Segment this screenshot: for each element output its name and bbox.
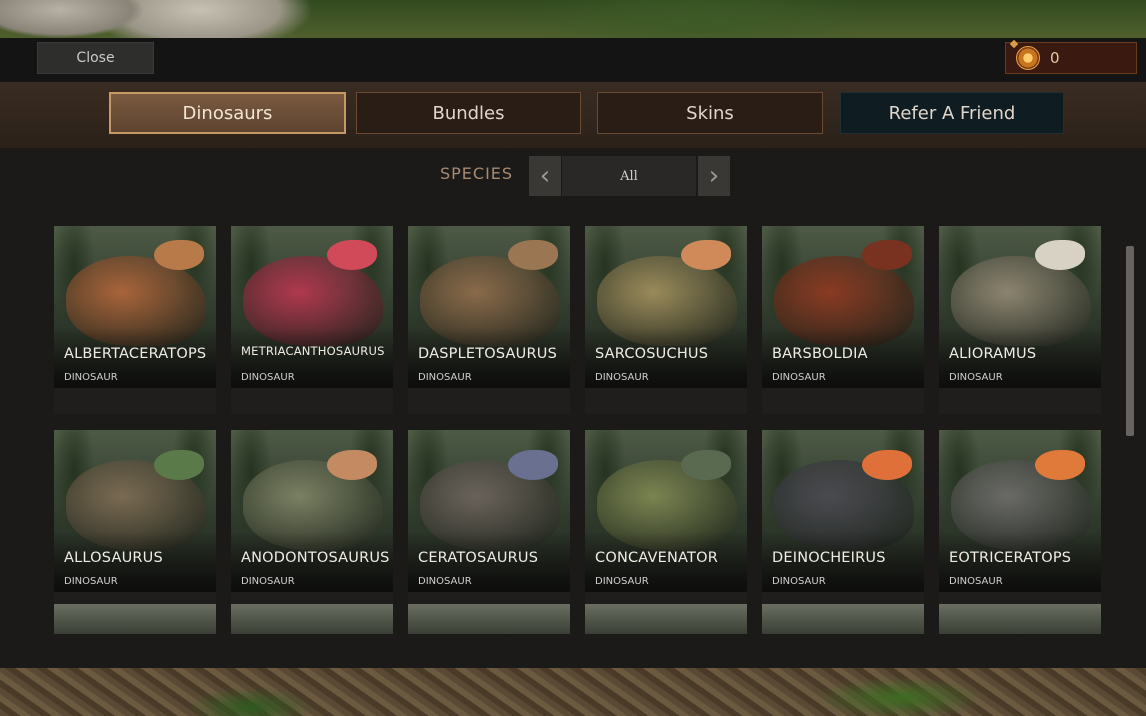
card-footer bbox=[408, 388, 570, 414]
dinosaur-art bbox=[408, 430, 570, 592]
currency-amount: 0 bbox=[1050, 49, 1060, 67]
dinosaur-name: ALIORAMUS bbox=[949, 346, 1037, 362]
dinosaur-card-partial[interactable] bbox=[762, 604, 924, 634]
dinosaur-card-partial[interactable] bbox=[54, 604, 216, 634]
background-scenery-bottom bbox=[0, 668, 1146, 716]
dinosaur-art bbox=[54, 226, 216, 388]
card-footer bbox=[939, 388, 1101, 414]
tab-refer-a-friend[interactable]: Refer A Friend bbox=[840, 92, 1064, 134]
dinosaur-name: SARCOSUCHUS bbox=[595, 346, 709, 362]
dinosaur-card[interactable]: SARCOSUCHUS DINOSAUR bbox=[585, 226, 747, 414]
dinosaur-type: DINOSAUR bbox=[772, 372, 826, 383]
dinosaur-card[interactable]: ALBERTACERATOPS DINOSAUR bbox=[54, 226, 216, 414]
dinosaur-card[interactable]: CERATOSAURUS DINOSAUR bbox=[408, 430, 570, 618]
dinosaur-card[interactable]: ALLOSAURUS DINOSAUR bbox=[54, 430, 216, 618]
dinosaur-type: DINOSAUR bbox=[64, 372, 118, 383]
background-scenery-top bbox=[0, 0, 1146, 40]
dinosaur-art bbox=[939, 226, 1101, 388]
store-tabs: Dinosaurs Bundles Skins Refer A Friend bbox=[0, 82, 1146, 148]
dinosaur-type: DINOSAUR bbox=[595, 576, 649, 587]
card-footer bbox=[762, 388, 924, 414]
dinosaur-card[interactable]: ALIORAMUS DINOSAUR bbox=[939, 226, 1101, 414]
dinosaur-name: BARSBOLDIA bbox=[772, 346, 868, 362]
store-panel: Close 0 Dinosaurs Bundles Skins Refer A … bbox=[0, 38, 1146, 668]
dinosaur-art bbox=[762, 430, 924, 592]
dinosaur-type: DINOSAUR bbox=[949, 576, 1003, 587]
dinosaur-card[interactable]: EOTRICERATOPS DINOSAUR bbox=[939, 430, 1101, 618]
dinosaur-name: ALLOSAURUS bbox=[64, 550, 163, 566]
dinosaur-name: METRIACANTHOSAURUS bbox=[241, 344, 385, 358]
dinosaur-name: DASPLETOSAURUS bbox=[418, 346, 557, 362]
species-prev-button[interactable]: ‹ bbox=[529, 156, 561, 196]
dinosaur-type: DINOSAUR bbox=[418, 372, 472, 383]
tab-skins[interactable]: Skins bbox=[597, 92, 823, 134]
chevron-left-icon: ‹ bbox=[539, 161, 551, 191]
dinosaur-name: DEINOCHEIRUS bbox=[772, 550, 886, 566]
dinosaur-type: DINOSAUR bbox=[241, 372, 295, 383]
dinosaur-type: DINOSAUR bbox=[772, 576, 826, 587]
grid-scrollbar[interactable] bbox=[1126, 246, 1134, 436]
tab-dinosaurs[interactable]: Dinosaurs bbox=[109, 92, 346, 134]
dinosaur-art bbox=[762, 226, 924, 388]
dinosaur-art bbox=[54, 430, 216, 592]
dinosaur-card[interactable]: DASPLETOSAURUS DINOSAUR bbox=[408, 226, 570, 414]
dinosaur-card[interactable]: BARSBOLDIA DINOSAUR bbox=[762, 226, 924, 414]
card-footer bbox=[585, 388, 747, 414]
dinosaur-card[interactable]: ANODONTOSAURUS DINOSAUR bbox=[231, 430, 393, 618]
dinosaur-type: DINOSAUR bbox=[418, 576, 472, 587]
dinosaur-type: DINOSAUR bbox=[64, 576, 118, 587]
currency-display[interactable]: 0 bbox=[1005, 42, 1137, 74]
dinosaur-art bbox=[231, 226, 393, 388]
close-button[interactable]: Close bbox=[37, 42, 154, 74]
card-footer bbox=[54, 388, 216, 414]
dinosaur-card-partial[interactable] bbox=[231, 604, 393, 634]
dinosaur-art bbox=[231, 430, 393, 592]
card-footer bbox=[231, 388, 393, 414]
dinosaur-name: ALBERTACERATOPS bbox=[64, 346, 207, 362]
dinosaur-name: CERATOSAURUS bbox=[418, 550, 539, 566]
crest-coin-icon bbox=[1016, 46, 1040, 70]
dinosaur-art bbox=[585, 430, 747, 592]
dinosaur-grid: ALBERTACERATOPS DINOSAUR METRIACANTHOSAURU… bbox=[0, 204, 1146, 668]
dinosaur-art bbox=[408, 226, 570, 388]
dinosaur-card-partial[interactable] bbox=[585, 604, 747, 634]
species-filter: SPECIES ‹ All › bbox=[0, 148, 1146, 204]
dinosaur-name: CONCAVENATOR bbox=[595, 550, 718, 566]
dinosaur-art bbox=[585, 226, 747, 388]
dinosaur-card[interactable]: METRIACANTHOSAURUS DINOSAUR bbox=[231, 226, 393, 414]
dinosaur-card-partial[interactable] bbox=[408, 604, 570, 634]
species-next-button[interactable]: › bbox=[698, 156, 730, 196]
dinosaur-type: DINOSAUR bbox=[241, 576, 295, 587]
dinosaur-card[interactable]: CONCAVENATOR DINOSAUR bbox=[585, 430, 747, 618]
dinosaur-type: DINOSAUR bbox=[595, 372, 649, 383]
dinosaur-card[interactable]: DEINOCHEIRUS DINOSAUR bbox=[762, 430, 924, 618]
species-filter-label: SPECIES bbox=[440, 164, 514, 183]
chevron-right-icon: › bbox=[708, 161, 720, 191]
dinosaur-card-partial[interactable] bbox=[939, 604, 1101, 634]
store-topbar: Close 0 bbox=[0, 38, 1146, 83]
dinosaur-name: ANODONTOSAURUS bbox=[241, 550, 390, 566]
dinosaur-type: DINOSAUR bbox=[949, 372, 1003, 383]
dinosaur-name: EOTRICERATOPS bbox=[949, 550, 1072, 566]
tab-bundles[interactable]: Bundles bbox=[356, 92, 581, 134]
dinosaur-art bbox=[939, 430, 1101, 592]
species-filter-value: All bbox=[562, 156, 696, 196]
